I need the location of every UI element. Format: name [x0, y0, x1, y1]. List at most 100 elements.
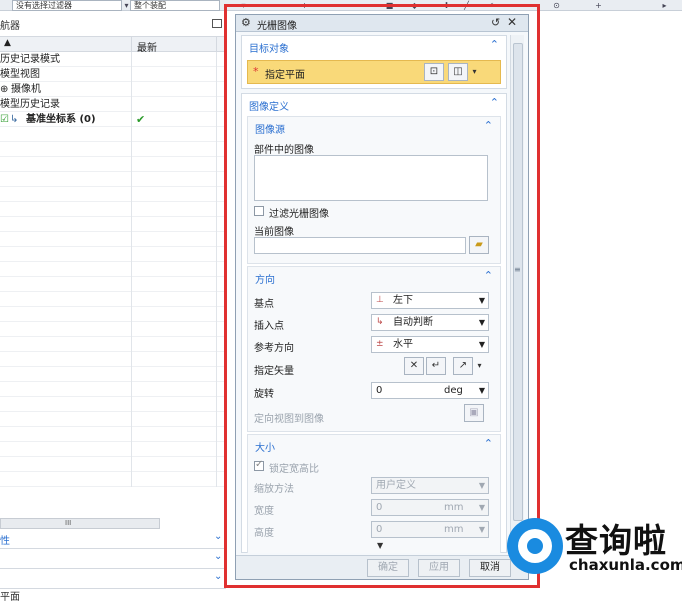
plane-select-icon[interactable]: ⊡ [424, 63, 444, 81]
folder-open-icon[interactable]: ▰ [469, 236, 489, 254]
horizontal-direction-icon: ± [376, 339, 384, 349]
section-header[interactable]: 大小 ⌃ [248, 435, 500, 455]
insert-point-select[interactable]: ↳ 自动判断 ▼ [371, 314, 489, 331]
part-image-label: 部件中的图像 [254, 145, 314, 156]
tree-row-datum-csys[interactable]: ☑ ↳ 基准坐标系 (0) ✔ [0, 112, 226, 127]
section-header[interactable]: 目标对象 ⌃ [242, 36, 506, 56]
chevron-down-icon[interactable]: ▼ [479, 315, 485, 330]
lock-aspect-checkbox[interactable] [254, 459, 264, 471]
dialog-titlebar: ⚙ 光栅图像 ↺ ✕ [236, 15, 528, 32]
section-label: 图像源 [255, 125, 285, 136]
width-unit: mm [444, 502, 464, 513]
current-image-field[interactable] [254, 237, 466, 254]
chevron-down-icon[interactable]: ⌄ [214, 551, 222, 562]
scale-method-select[interactable]: 用户定义 ▼ [371, 477, 489, 494]
section-header[interactable]: 方向 ⌃ [248, 267, 500, 287]
tree-row-cameras[interactable]: ⊕ 摄像机 [0, 82, 226, 97]
collapse-icon[interactable]: ⌃ [484, 119, 493, 132]
orient-view-icon[interactable]: ▣ [464, 404, 484, 422]
specify-vector-label: 指定矢量 [254, 366, 294, 377]
orient-view-label: 定向视图到图像 [254, 414, 324, 425]
dialog-vertical-scrollbar[interactable]: ≡ [510, 35, 524, 553]
tree-label: 基准坐标系 (0) [26, 114, 96, 125]
navigator-header: ▲ 最新 [0, 36, 226, 54]
filter-raster-checkbox[interactable] [254, 206, 264, 216]
chevron-down-icon[interactable]: ▼ [479, 478, 485, 493]
filter-raster-label: 过滤光栅图像 [269, 209, 329, 220]
chevron-down-icon[interactable]: ▼ [479, 293, 485, 308]
ok-button[interactable]: 确定 [367, 559, 409, 577]
chevron-down-icon[interactable]: ▾ [475, 357, 484, 375]
subpanel-details[interactable]: ⌄ [0, 549, 226, 569]
sort-ascending-icon[interactable]: ▲ [4, 38, 11, 48]
part-image-list[interactable] [254, 155, 488, 201]
reverse-direction-icon[interactable]: ✕ [404, 357, 424, 375]
navigator-horizontal-scrollbar[interactable]: III [0, 518, 160, 529]
height-value: 0 [376, 524, 383, 535]
expand-more-icon[interactable]: ▼ [377, 541, 383, 550]
inferred-vector-icon[interactable]: ↗ [453, 357, 473, 375]
up-to-date-check-icon: ✔ [136, 113, 146, 126]
collapse-icon[interactable]: ⌃ [490, 96, 499, 109]
subpanel-preview[interactable]: ⌄ [0, 569, 226, 589]
width-label: 宽度 [254, 506, 274, 517]
chevron-down-icon[interactable]: ▼ [479, 337, 485, 352]
tree-label: 模型历史记录 [0, 99, 60, 110]
dialog-footer: 确定 应用 取消 [236, 555, 528, 579]
chevron-down-icon[interactable]: ▾ [470, 63, 479, 81]
gear-icon[interactable]: ⚙ [241, 16, 251, 29]
dialog-body: 目标对象 ⌃ * 指定平面 ⊡ ◫ ▾ 图像定义 ⌃ 图像源 ⌃ 部件中的图像 … [241, 35, 507, 553]
rotation-label: 旋转 [254, 389, 274, 400]
maximize-icon[interactable] [212, 19, 222, 28]
vector-dialog-icon[interactable]: ↵ [426, 357, 446, 375]
assembly-scope-combo[interactable]: 整个装配 [130, 0, 220, 11]
collapse-icon[interactable]: ⌃ [490, 38, 499, 51]
chevron-down-icon[interactable]: ▼ [479, 383, 485, 398]
section-label: 方向 [255, 275, 275, 286]
tree-row-model-views[interactable]: 模型视图 [0, 67, 226, 82]
plane-dialog-icon[interactable]: ◫ [448, 63, 468, 81]
more-tools-icon[interactable]: ▸ [660, 1, 669, 10]
chevron-down-icon[interactable]: ▼ [479, 500, 485, 515]
subpanel-dependencies[interactable]: 性 ⌄ [0, 529, 226, 549]
grid-snap-icon[interactable]: + [594, 1, 603, 10]
insert-point-icon: ↳ [376, 317, 384, 327]
center-point-icon[interactable]: ⊙ [552, 1, 561, 10]
cancel-button[interactable]: 取消 [469, 559, 511, 577]
watermark-text-en: chaxunla.com [569, 556, 682, 574]
base-point-icon: ⊥ [376, 295, 384, 305]
scrollbar-thumb[interactable] [513, 43, 523, 521]
tree-row-history-mode[interactable]: 历史记录模式 [0, 52, 226, 67]
collapse-icon[interactable]: ⌃ [484, 437, 493, 450]
watermark-logo: 查询啦 chaxunla.com [507, 512, 682, 578]
watermark-text-cn: 查询啦 [565, 521, 667, 560]
section-target-object: 目标对象 ⌃ * 指定平面 ⊡ ◫ ▾ [241, 35, 507, 89]
apply-button[interactable]: 应用 [418, 559, 460, 577]
specify-plane-row[interactable]: * 指定平面 ⊡ ◫ ▾ [247, 60, 501, 84]
graphics-area[interactable] [540, 11, 682, 596]
close-icon[interactable]: ✕ [507, 15, 517, 29]
width-field[interactable]: 0 mm ▼ [371, 499, 489, 516]
chevron-down-icon[interactable]: ⌄ [214, 531, 222, 542]
tree-row-model-history[interactable]: 模型历史记录 [0, 97, 226, 112]
height-field[interactable]: 0 mm ▼ [371, 521, 489, 538]
required-mark: * [253, 65, 259, 78]
scrollbar-grip[interactable]: III [65, 519, 71, 527]
reset-icon[interactable]: ↺ [491, 16, 500, 29]
base-point-select[interactable]: ⊥ 左下 ▼ [371, 292, 489, 309]
subsection-orientation: 方向 ⌃ 基点 ⊥ 左下 ▼ 插入点 ↳ 自动判断 ▼ 参考方向 ± 水平 ▼ … [247, 266, 501, 432]
dialog-title: 光栅图像 [257, 21, 297, 32]
section-header[interactable]: 图像定义 ⌃ [242, 94, 506, 114]
section-header[interactable]: 图像源 ⌃ [248, 117, 500, 137]
rotation-field[interactable]: 0 deg ▼ [371, 382, 489, 399]
scrollbar-grip-icon: ≡ [514, 265, 521, 274]
rotation-value: 0 [376, 385, 383, 396]
ref-direction-select[interactable]: ± 水平 ▼ [371, 336, 489, 353]
visibility-checkbox-icon[interactable]: ☑ [0, 112, 9, 127]
datum-csys-icon: ↳ [10, 114, 19, 125]
chevron-down-icon[interactable]: ⌄ [214, 571, 222, 582]
selection-filter-combo[interactable]: 没有选择过滤器 [12, 0, 122, 11]
collapse-icon[interactable]: ⌃ [484, 269, 493, 282]
chevron-down-icon[interactable]: ▼ [479, 522, 485, 537]
navigator-subpanels: 性 ⌄ ⌄ ⌄ [0, 529, 226, 589]
